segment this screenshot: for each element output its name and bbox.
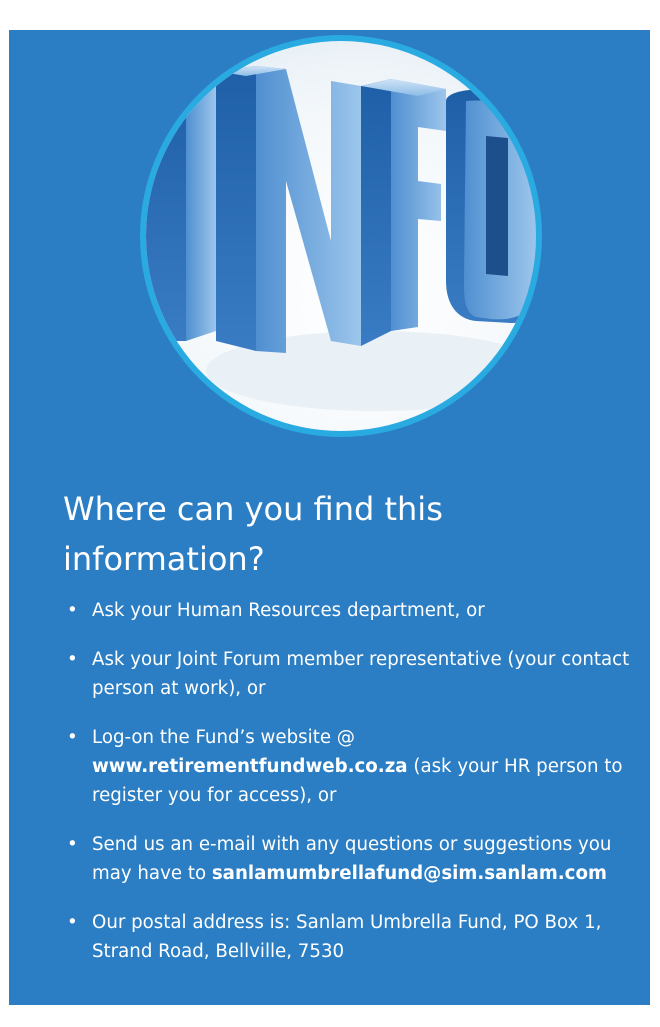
email-link[interactable]: sanlamumbrellafund@sim.sanlam.com: [212, 863, 607, 884]
list-item-text: Ask your Joint Forum member representati…: [92, 649, 630, 699]
info-panel: Where can you find this information? • A…: [9, 30, 650, 1005]
list-item: • Ask your Joint Forum member representa…: [65, 645, 635, 703]
bullet-icon: •: [67, 600, 78, 621]
bullet-icon: •: [67, 649, 78, 670]
website-link[interactable]: www.retirementfundweb.co.za: [92, 756, 408, 777]
list-item: • Log-on the Fund’s website @ www.retire…: [65, 723, 635, 810]
bullet-icon: •: [67, 727, 78, 748]
list-item-text: Our postal address is: Sanlam Umbrella F…: [92, 912, 602, 962]
info-circle: [146, 41, 536, 431]
list-item: • Ask your Human Resources department, o…: [65, 596, 635, 625]
info-illustration: [140, 35, 542, 437]
list-item-text: Log-on the Fund’s website @: [92, 727, 355, 748]
info-3d-letters-icon: [146, 66, 536, 411]
bullet-icon: •: [67, 834, 78, 855]
bullet-icon: •: [67, 912, 78, 933]
list-item-text: Ask your Human Resources department, or: [92, 600, 485, 621]
section-heading: Where can you find this information?: [63, 490, 443, 578]
list-item: • Send us an e-mail with any questions o…: [65, 830, 635, 888]
list-item: • Our postal address is: Sanlam Umbrella…: [65, 908, 635, 966]
info-list: • Ask your Human Resources department, o…: [65, 596, 635, 986]
